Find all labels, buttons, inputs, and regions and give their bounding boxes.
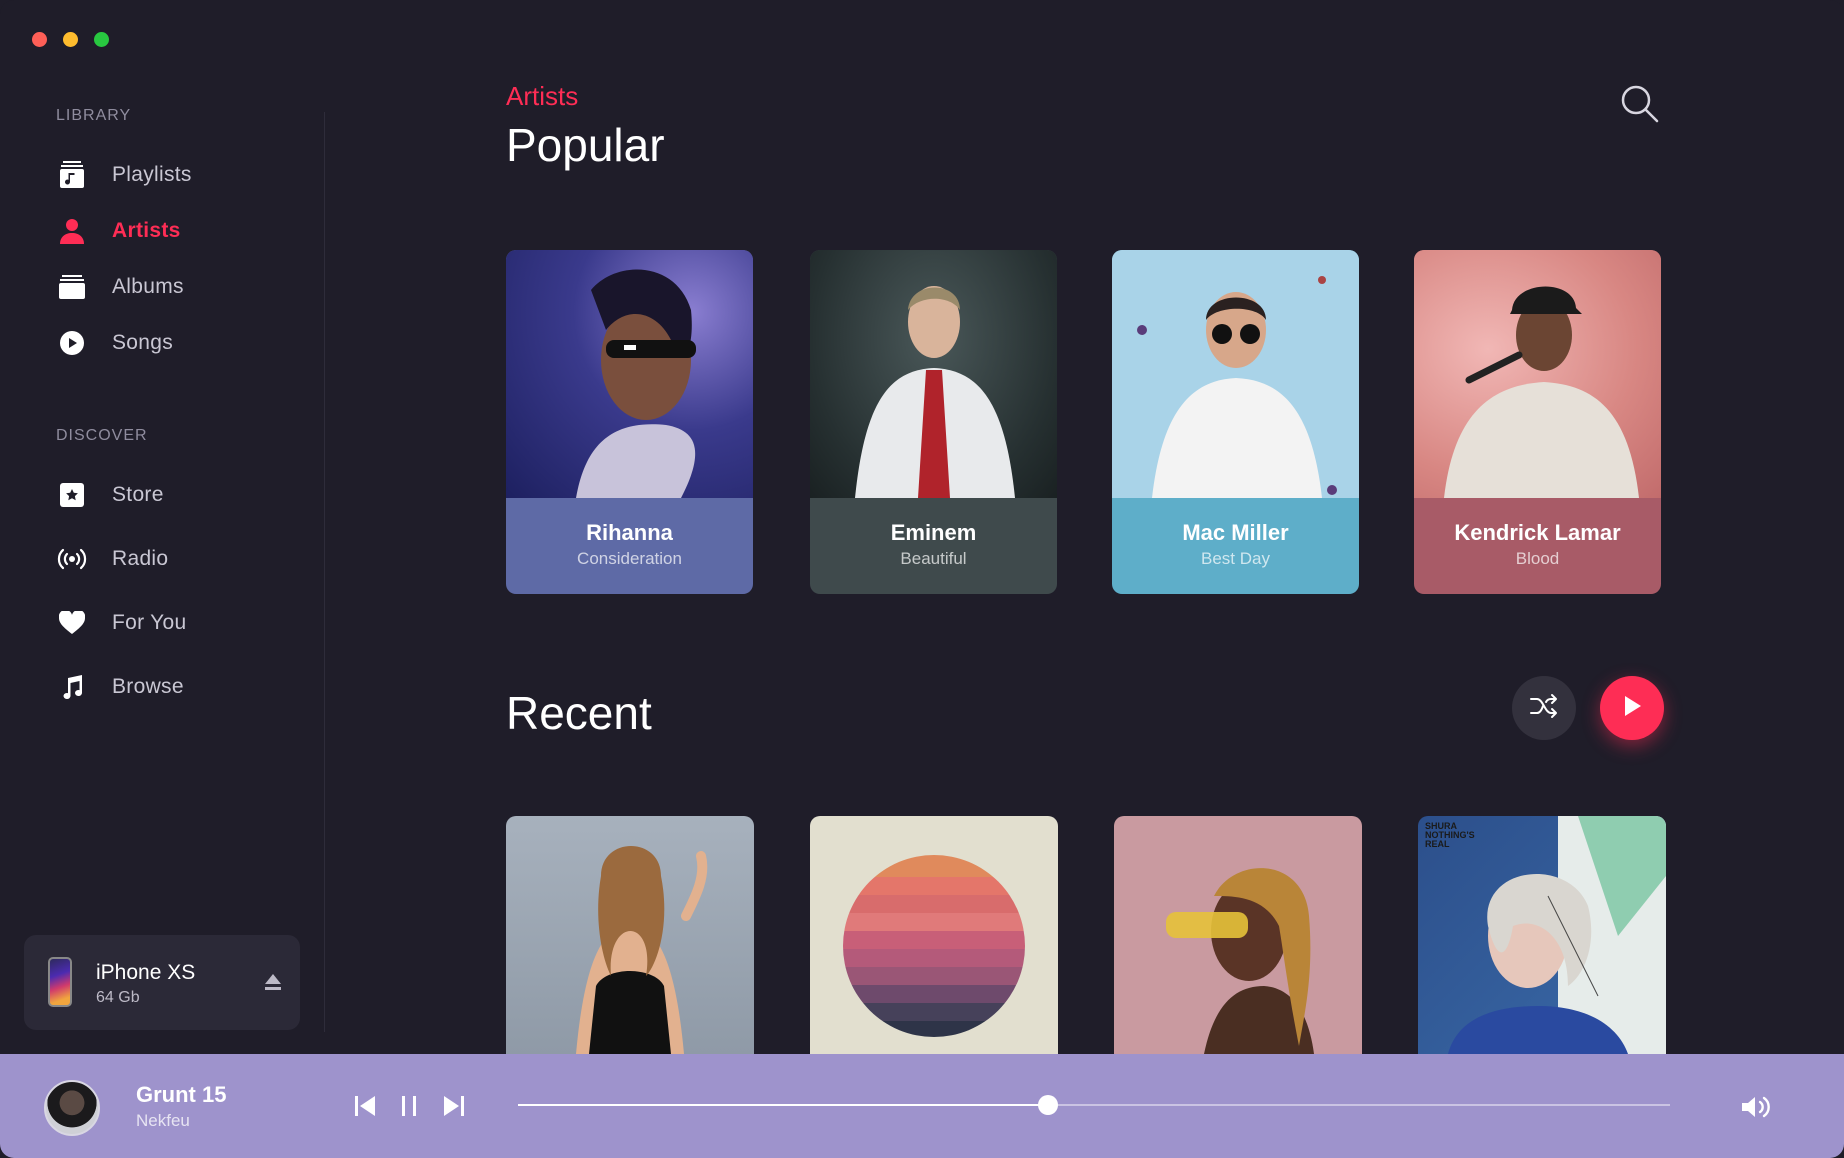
artist-photo xyxy=(506,250,753,498)
radio-icon xyxy=(56,543,88,575)
person-icon xyxy=(56,215,88,247)
previous-track-button[interactable] xyxy=(354,1094,376,1123)
artist-name: Rihanna xyxy=(586,520,673,545)
breadcrumb: Artists xyxy=(506,81,579,111)
sidebar-item-songs[interactable]: Songs xyxy=(56,323,173,363)
album-cover xyxy=(1166,868,1314,1054)
artist-card-kendrick-lamar[interactable]: Kendrick Lamar Blood xyxy=(1414,250,1661,594)
sidebar-item-label: Browse xyxy=(112,675,184,698)
play-all-button[interactable] xyxy=(1600,676,1664,740)
recent-album[interactable]: SHURA NOTHING'S REAL xyxy=(1418,816,1666,1054)
album-cover xyxy=(1448,816,1666,1054)
playlist-icon xyxy=(56,159,88,191)
now-playing-artwork xyxy=(44,1080,100,1136)
sidebar-item-store[interactable]: Store xyxy=(56,475,164,515)
sidebar-item-label: Radio xyxy=(112,547,169,570)
heart-icon xyxy=(56,607,88,639)
recent-album[interactable] xyxy=(1114,816,1362,1054)
play-circle-icon xyxy=(56,327,88,359)
sidebar-item-albums[interactable]: Albums xyxy=(56,267,184,307)
now-playing-artist: Nekfeu xyxy=(136,1111,190,1130)
shuffle-icon xyxy=(1529,693,1559,724)
artist-photo xyxy=(1112,250,1359,498)
library-section-label: LIBRARY xyxy=(56,107,132,124)
sidebar: LIBRARY Playlists Artists Albums Songs D… xyxy=(0,0,325,1054)
music-app-window: LIBRARY Playlists Artists Albums Songs D… xyxy=(0,0,1844,1158)
artist-song: Consideration xyxy=(577,549,682,568)
recent-album[interactable] xyxy=(810,816,1058,1054)
artist-card-mac-miller[interactable]: Mac Miller Best Day xyxy=(1112,250,1359,594)
artist-song: Blood xyxy=(1515,549,1560,568)
sidebar-item-browse[interactable]: Browse xyxy=(56,667,184,707)
sidebar-item-label: Playlists xyxy=(112,163,192,186)
now-playing-bar: Grunt 15 Nekfeu xyxy=(0,1054,1844,1158)
page-title: Popular xyxy=(506,119,665,171)
search-icon[interactable] xyxy=(1620,84,1660,129)
artist-photo xyxy=(1414,250,1661,498)
music-note-icon xyxy=(56,671,88,703)
shuffle-button[interactable] xyxy=(1512,676,1576,740)
progress-fill xyxy=(518,1104,1048,1106)
star-icon xyxy=(56,479,88,511)
skip-forward-icon xyxy=(444,1096,464,1116)
section-title-recent: Recent xyxy=(506,687,652,739)
sidebar-item-label: Artists xyxy=(112,219,181,242)
sidebar-item-radio[interactable]: Radio xyxy=(56,539,168,579)
sidebar-item-label: Songs xyxy=(112,331,174,354)
sidebar-item-label: Store xyxy=(112,483,164,506)
artist-song: Best Day xyxy=(1201,549,1270,568)
sidebar-item-label: For You xyxy=(112,611,187,634)
volume-icon[interactable] xyxy=(1740,1094,1774,1125)
recent-album[interactable] xyxy=(506,816,754,1054)
album-cover xyxy=(843,855,1025,1037)
phone-icon xyxy=(48,957,72,1007)
skip-back-icon xyxy=(355,1096,375,1116)
sidebar-item-for-you[interactable]: For You xyxy=(56,603,187,643)
device-panel[interactable]: iPhone XS 64 Gb xyxy=(24,935,300,1030)
artist-song: Beautiful xyxy=(900,549,967,568)
album-cover xyxy=(576,846,708,1054)
artist-name: Eminem xyxy=(890,520,977,545)
artist-name: Mac Miller xyxy=(1182,520,1289,545)
sidebar-item-artists[interactable]: Artists xyxy=(56,211,181,251)
progress-knob[interactable] xyxy=(1037,1095,1058,1115)
next-track-button[interactable] xyxy=(443,1094,465,1123)
artist-photo xyxy=(810,250,1057,498)
play-icon xyxy=(1621,694,1643,723)
album-cover-text: SHURA NOTHING'S REAL xyxy=(1425,821,1475,849)
device-name: iPhone XS xyxy=(96,961,196,984)
artist-card-eminem[interactable]: Eminem Beautiful xyxy=(810,250,1057,594)
pause-icon xyxy=(402,1096,416,1116)
artist-card-rihanna[interactable]: Rihanna Consideration xyxy=(506,250,753,594)
discover-section-label: DISCOVER xyxy=(56,427,148,444)
albums-icon xyxy=(56,271,88,303)
now-playing-title: Grunt 15 xyxy=(136,1082,227,1107)
artist-name: Kendrick Lamar xyxy=(1454,520,1621,545)
sidebar-item-playlists[interactable]: Playlists xyxy=(56,155,192,195)
progress-slider[interactable] xyxy=(518,1095,1670,1115)
device-capacity: 64 Gb xyxy=(96,989,140,1006)
pause-button[interactable] xyxy=(400,1094,420,1123)
eject-icon[interactable] xyxy=(264,973,282,996)
sidebar-item-label: Albums xyxy=(112,275,184,298)
sidebar-divider xyxy=(324,112,325,1032)
